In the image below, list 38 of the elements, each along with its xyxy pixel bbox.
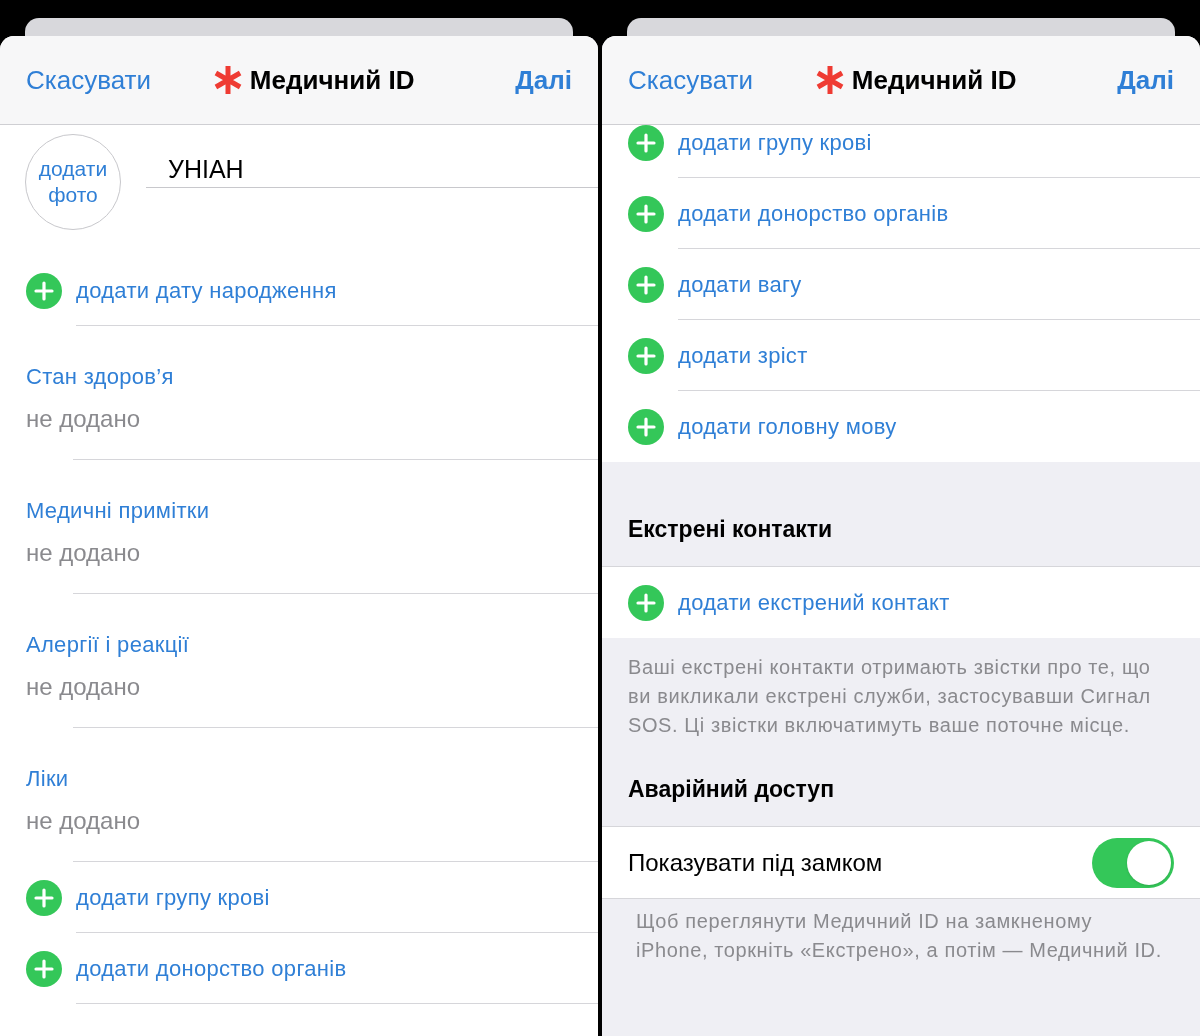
- field-value: не додано: [26, 806, 142, 836]
- footnote-text: Ваші екстрені контакти отримають звістки про те, що ви викликали екстрені служби, застосувавши Сигнал SOS. Ці звістки включатимуть ваше поточне місце.: [628, 655, 1152, 738]
- add-item-button[interactable]: додати групу крові: [76, 880, 270, 914]
- field-label[interactable]: Ліки: [26, 762, 598, 795]
- plus-icon: [628, 195, 664, 232]
- field-value: не додано: [26, 404, 142, 434]
- cancel-button[interactable]: Скасувати: [628, 60, 754, 100]
- add-item-button[interactable]: додати вагу: [678, 267, 802, 301]
- field-label[interactable]: Стан здоров’я: [26, 360, 598, 393]
- field-value: не додано: [26, 672, 142, 702]
- plus-icon: [628, 266, 664, 303]
- name-field[interactable]: УНІАН: [146, 154, 598, 188]
- plus-icon: [628, 408, 664, 445]
- add-item-button[interactable]: додати екстрений контакт: [678, 586, 950, 619]
- toggle-switch[interactable]: [1092, 837, 1174, 888]
- add-item-button[interactable]: додати зріст: [678, 338, 808, 372]
- nav-title: Медичний ID: [249, 63, 415, 97]
- field-label[interactable]: Медичні примітки: [26, 494, 598, 527]
- field-label[interactable]: Алергії і реакції: [26, 628, 598, 661]
- section-header: Аварійний доступ: [628, 774, 835, 804]
- field-value: не додано: [26, 538, 142, 568]
- toggle-label: Показувати під замком: [628, 847, 883, 878]
- next-button[interactable]: Далі: [515, 60, 572, 100]
- section-header: Екстрені контакти: [628, 514, 833, 544]
- cancel-button[interactable]: Скасувати: [26, 60, 152, 100]
- next-button[interactable]: Далі: [1117, 60, 1174, 100]
- add-item-button[interactable]: додати групу крові: [678, 125, 872, 159]
- plus-icon: [26, 879, 62, 916]
- nav-title: Медичний ID: [851, 63, 1017, 97]
- add-item-button[interactable]: додати донорство органів: [678, 196, 949, 230]
- plus-icon: [26, 950, 62, 987]
- add-item-button[interactable]: додати дату народження: [76, 273, 337, 307]
- footnote-text: Щоб переглянути Медичний ID на замкненому iPhone, торкніть «Екстрено», а потім — Медичний ID.: [636, 909, 1163, 963]
- plus-icon: [628, 584, 664, 621]
- add-item-button[interactable]: додати головну мову: [678, 410, 897, 443]
- plus-icon: [26, 272, 62, 309]
- plus-icon: [628, 337, 664, 374]
- add-item-button[interactable]: додати донорство органів: [76, 951, 347, 985]
